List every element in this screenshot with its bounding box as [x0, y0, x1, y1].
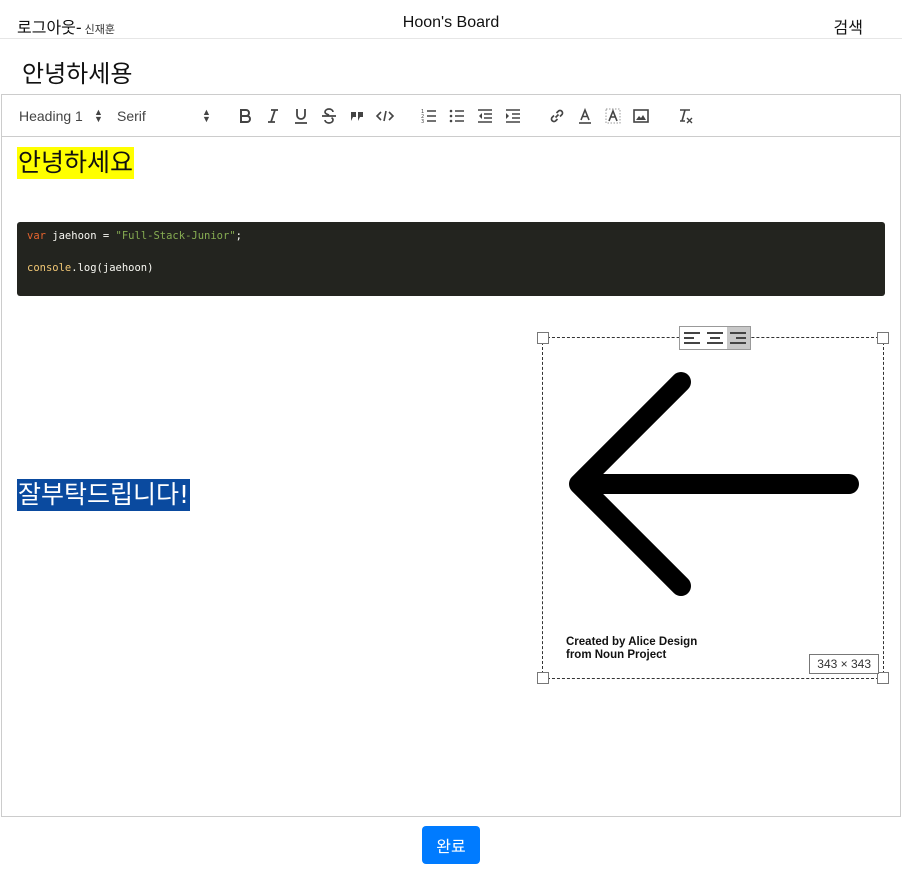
- editor-toolbar: Heading 1 ▲ ▼ Serif ▲ ▼ 123: [2, 95, 900, 137]
- align-right-icon[interactable]: [726, 327, 750, 349]
- image-size-label: 343 × 343: [809, 654, 879, 674]
- content-highlight-text[interactable]: 잘부탁드립니다!: [17, 479, 191, 511]
- arrow-left-image: [569, 372, 859, 596]
- select-caret-icon: ▲ ▼: [94, 107, 103, 124]
- italic-icon[interactable]: [263, 106, 283, 126]
- code-block-icon[interactable]: [375, 106, 395, 126]
- post-title-input[interactable]: [20, 52, 880, 90]
- code-block[interactable]: var jaehoon = "Full-Stack-Junior"; conso…: [17, 222, 885, 296]
- code-keyword: var: [27, 230, 46, 242]
- svg-text:3: 3: [421, 119, 424, 125]
- editor-content[interactable]: 안녕하세요 var jaehoon = "Full-Stack-Junior";…: [2, 137, 900, 816]
- code-call: .log(jaehoon): [71, 262, 154, 274]
- brand-title[interactable]: Hoon's Board: [0, 14, 902, 32]
- top-navbar: 로그아웃- 신재훈 Hoon's Board 검색: [0, 0, 902, 39]
- resize-handle-top-left[interactable]: [537, 332, 549, 344]
- outdent-icon[interactable]: [475, 106, 495, 126]
- indent-icon[interactable]: [503, 106, 523, 126]
- code-line-2: console.log(jaehoon): [27, 260, 875, 276]
- image-icon[interactable]: [631, 106, 651, 126]
- image-resize-frame[interactable]: Created by Alice Design from Noun Projec…: [537, 326, 889, 684]
- blockquote-icon[interactable]: [347, 106, 367, 126]
- bold-icon[interactable]: [235, 106, 255, 126]
- image-align-toolbar: [679, 326, 751, 350]
- bullet-list-icon[interactable]: [447, 106, 467, 126]
- code-semicolon: ;: [235, 230, 242, 242]
- code-string: "Full-Stack-Junior": [115, 230, 236, 242]
- image-credit: Created by Alice Design from Noun Projec…: [566, 636, 697, 662]
- code-console: console: [27, 262, 72, 274]
- resize-handle-bottom-left[interactable]: [537, 672, 549, 684]
- code-line-1: var jaehoon = "Full-Stack-Junior";: [27, 228, 875, 244]
- code-operator: =: [102, 230, 116, 242]
- select-caret-icon: ▲ ▼: [202, 107, 211, 124]
- font-select-value: Serif: [117, 108, 146, 124]
- align-center-icon[interactable]: [703, 327, 726, 349]
- text-color-icon[interactable]: [575, 106, 595, 126]
- resize-handle-top-right[interactable]: [877, 332, 889, 344]
- heading-select[interactable]: Heading 1 ▲ ▼: [19, 108, 103, 125]
- strikethrough-icon[interactable]: [319, 106, 339, 126]
- image-credit-line-2: from Noun Project: [566, 649, 667, 661]
- background-color-icon[interactable]: [603, 106, 623, 126]
- image-credit-line-1: Created by Alice Design: [566, 636, 698, 648]
- submit-button[interactable]: 완료: [422, 826, 480, 864]
- heading-select-value: Heading 1: [19, 108, 83, 124]
- search-link[interactable]: 검색: [834, 14, 863, 38]
- font-select[interactable]: Serif ▲ ▼: [117, 108, 211, 125]
- content-heading[interactable]: 안녕하세요: [17, 147, 135, 179]
- link-icon[interactable]: [547, 106, 567, 126]
- ordered-list-icon[interactable]: 123: [419, 106, 439, 126]
- clear-format-icon[interactable]: [675, 106, 695, 126]
- align-left-icon[interactable]: [680, 327, 703, 349]
- underline-icon[interactable]: [291, 106, 311, 126]
- rich-text-editor: Heading 1 ▲ ▼ Serif ▲ ▼ 123 안녕하세요 var ja…: [1, 94, 901, 817]
- code-identifier: jaehoon: [45, 230, 103, 242]
